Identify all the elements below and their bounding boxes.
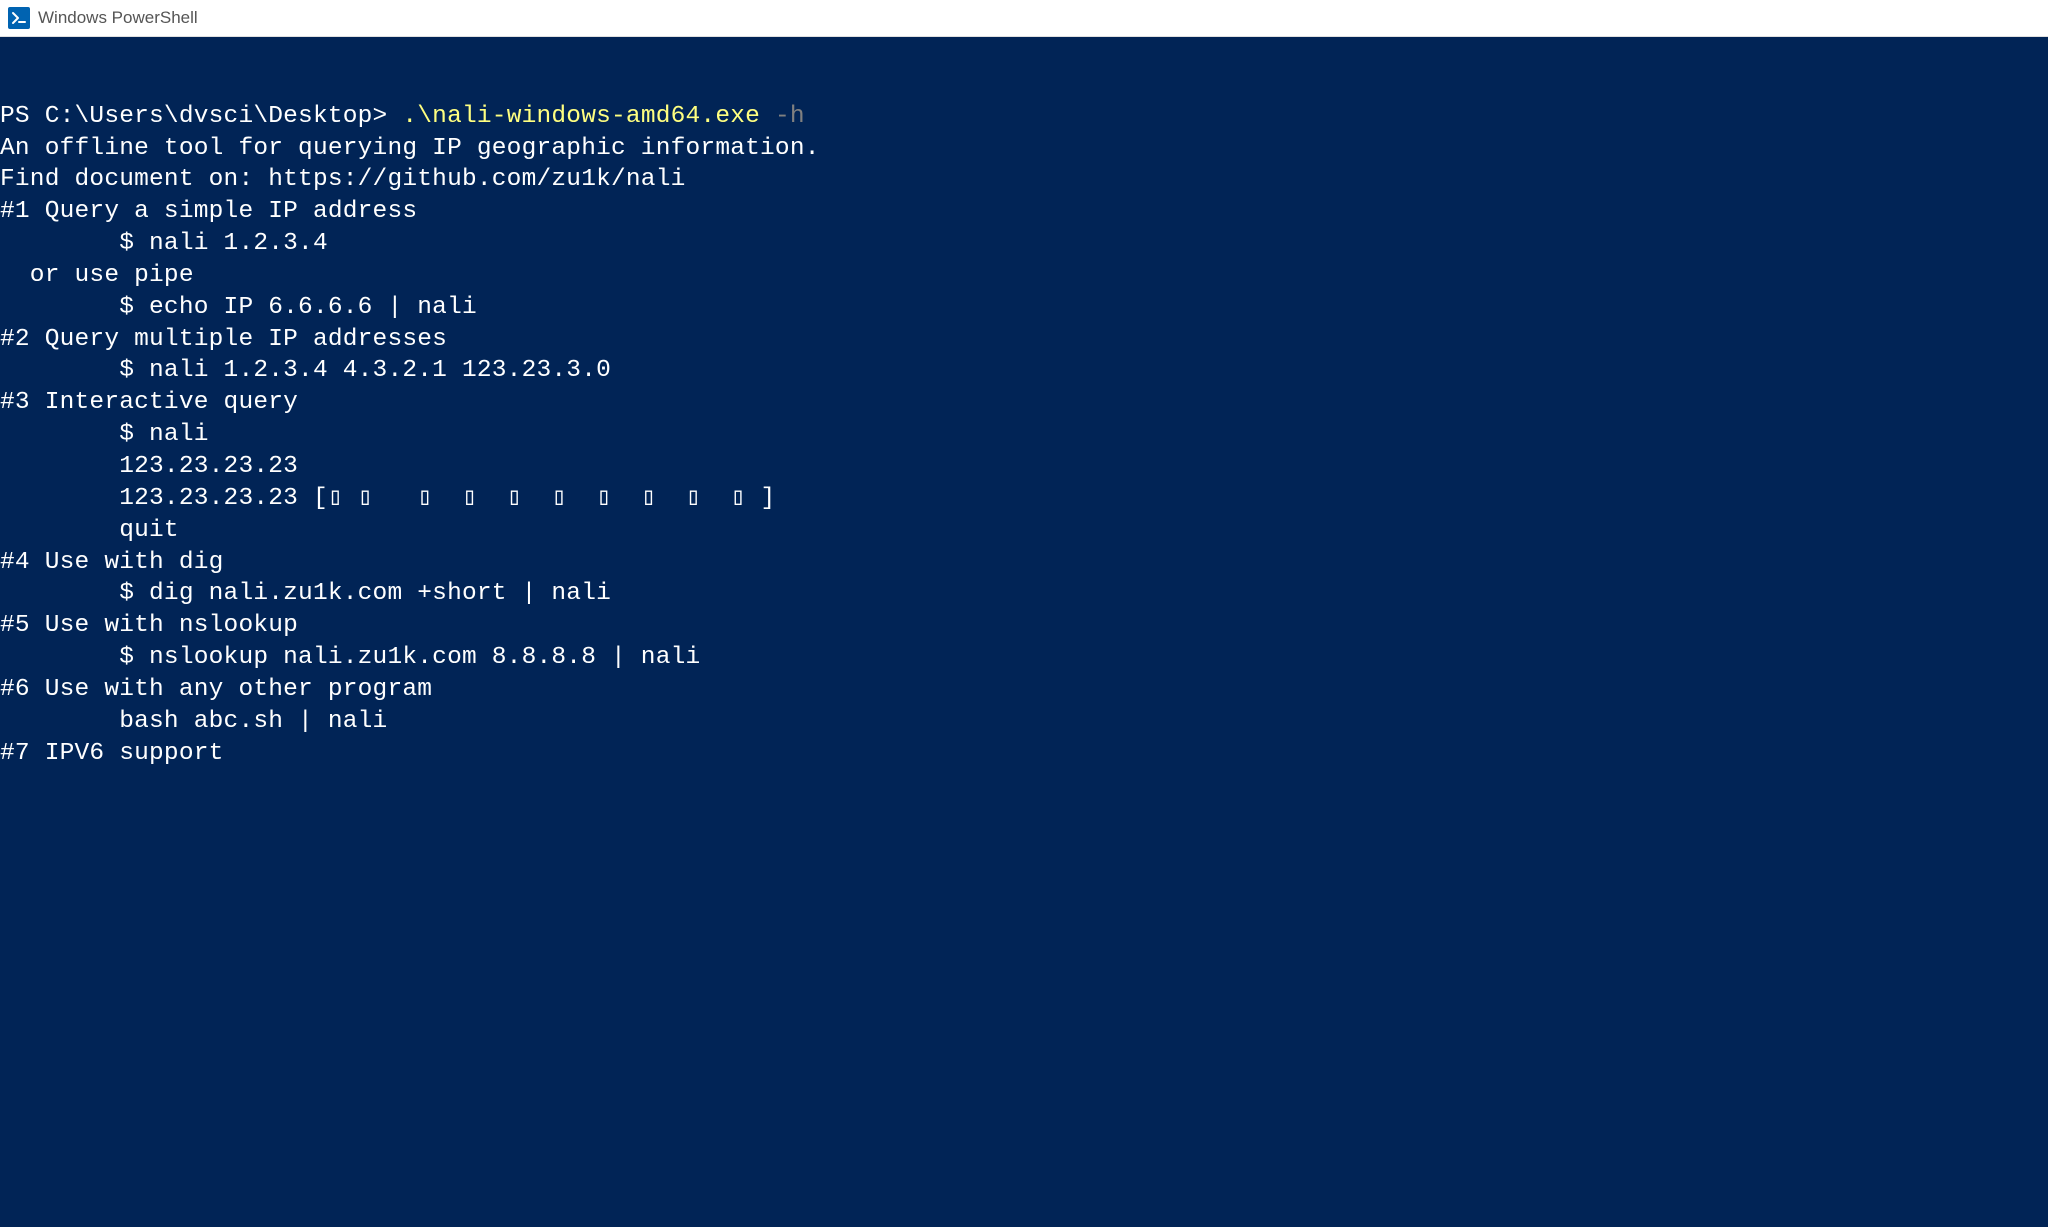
output-line: An offline tool for querying IP geograph… <box>0 133 2048 165</box>
output-line: #3 Interactive query <box>0 387 2048 419</box>
output-line: bash abc.sh | nali <box>0 706 2048 738</box>
output-line: $ nali 1.2.3.4 <box>0 228 2048 260</box>
command-flag: -h <box>760 103 805 130</box>
output-line: #6 Use with any other program <box>0 674 2048 706</box>
output-line: $ dig nali.zu1k.com +short | nali <box>0 578 2048 610</box>
output-line: $ nslookup nali.zu1k.com 8.8.8.8 | nali <box>0 642 2048 674</box>
output-line: quit <box>0 515 2048 547</box>
window-title: Windows PowerShell <box>38 8 198 28</box>
terminal-pane[interactable]: PS C:\Users\dvsci\Desktop> .\nali-window… <box>0 37 2048 1227</box>
output-line: $ nali <box>0 419 2048 451</box>
output-line: Find document on: https://github.com/zu1… <box>0 164 2048 196</box>
output-line: $ echo IP 6.6.6.6 | nali <box>0 292 2048 324</box>
output-line: $ nali 1.2.3.4 4.3.2.1 123.23.3.0 <box>0 355 2048 387</box>
output-line: 123.23.23.23 [▯ ▯ ▯ ▯ ▯ ▯ ▯ ▯ ▯ ▯ ] <box>0 483 2048 515</box>
executable-path: .\nali-windows-amd64.exe <box>402 103 760 130</box>
output-line: #7 IPV6 support <box>0 738 2048 770</box>
terminal-content: PS C:\Users\dvsci\Desktop> .\nali-window… <box>0 101 2048 770</box>
output-line: #5 Use with nslookup <box>0 610 2048 642</box>
output-line: #4 Use with dig <box>0 547 2048 579</box>
output-line: 123.23.23.23 <box>0 451 2048 483</box>
prompt: PS C:\Users\dvsci\Desktop> <box>0 103 402 130</box>
output-line: #2 Query multiple IP addresses <box>0 324 2048 356</box>
powershell-icon <box>8 7 30 29</box>
window-titlebar[interactable]: Windows PowerShell <box>0 0 2048 37</box>
command-line: PS C:\Users\dvsci\Desktop> .\nali-window… <box>0 101 2048 133</box>
output-line: or use pipe <box>0 260 2048 292</box>
output-line: #1 Query a simple IP address <box>0 196 2048 228</box>
